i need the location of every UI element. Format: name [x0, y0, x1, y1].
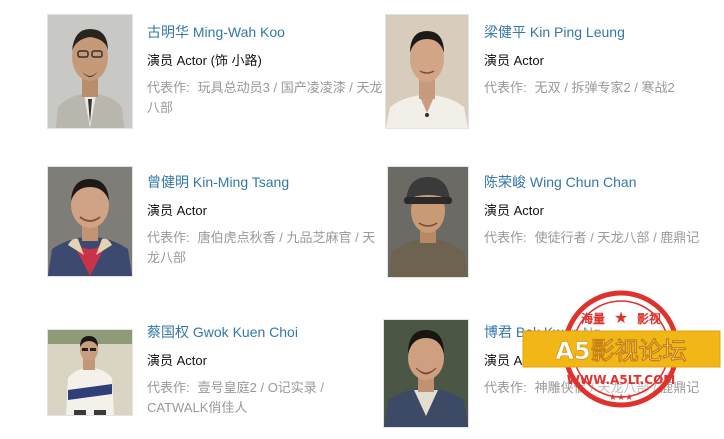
celebrity-works: 代表作: 唐伯虎点秋香 / 九品芝麻官 / 天龙八部: [147, 228, 387, 268]
works-label: 代表作:: [147, 230, 190, 245]
avatar-photo[interactable]: [383, 319, 469, 428]
works-label: 代表作:: [147, 80, 190, 95]
stamp-url-text: WWW.A5LT.COM: [567, 373, 675, 387]
works-label: 代表作:: [484, 80, 527, 95]
celebrity-role: 演员 Actor (饰 小路): [147, 53, 262, 68]
forum-watermark-stamp: 海量 ★ 影视 A5影视论坛 WWW.A5LT.COM ★★★: [522, 290, 721, 408]
celebrity-name-link[interactable]: 蔡国权 Gwok Kuen Choi: [147, 323, 387, 341]
stamp-main-text: A5影视论坛: [555, 337, 686, 365]
avatar-photo[interactable]: [47, 14, 133, 129]
celebrity-name-link[interactable]: 曾健明 Kin-Ming Tsang: [147, 173, 387, 191]
works-list: 使徒行者 / 天龙八部 / 鹿鼎记: [534, 230, 700, 245]
celebrity-role: 演员 Actor: [147, 203, 207, 218]
star-icon: ★★★: [609, 393, 633, 403]
stamp-top-left-text: 海量: [581, 311, 605, 326]
celebrity-role: 演员 Actor: [147, 353, 207, 368]
star-icon: ★: [614, 308, 628, 327]
portrait-image: [388, 167, 468, 277]
celebrity-works: 代表作: 无双 / 拆弹专家2 / 寒战2: [484, 78, 714, 98]
portrait-image: [48, 15, 132, 128]
avatar-photo[interactable]: [47, 166, 133, 277]
celebrity-role: 演员 Actor: [484, 203, 544, 218]
portrait-image: [48, 167, 132, 276]
stamp-top-right-text: 影视: [637, 311, 661, 326]
celebrity-name-link[interactable]: 梁健平 Kin Ping Leung: [484, 23, 714, 41]
portrait-image: [384, 320, 468, 427]
avatar-photo[interactable]: [385, 14, 469, 129]
celebrity-works: 代表作: 使徒行者 / 天龙八部 / 鹿鼎记: [484, 228, 714, 248]
celebrity-role: 演员 Actor: [484, 53, 544, 68]
portrait-image: [48, 330, 132, 415]
works-label: 代表作:: [484, 230, 527, 245]
works-label: 代表作:: [147, 380, 190, 395]
avatar-photo[interactable]: [387, 166, 469, 278]
celebrity-works: 代表作: 玩具总动员3 / 国产凌凌漆 / 天龙八部: [147, 78, 387, 118]
celebrity-works: 代表作: 壹号皇庭2 / O记实录 / CATWALK俏佳人: [147, 378, 387, 418]
works-list: 无双 / 拆弹专家2 / 寒战2: [534, 80, 675, 95]
portrait-image: [386, 15, 468, 128]
celebrity-name-link[interactable]: 陈荣峻 Wing Chun Chan: [484, 173, 714, 191]
avatar-photo[interactable]: [47, 329, 133, 416]
celebrity-name-link[interactable]: 古明华 Ming-Wah Koo: [147, 23, 387, 41]
